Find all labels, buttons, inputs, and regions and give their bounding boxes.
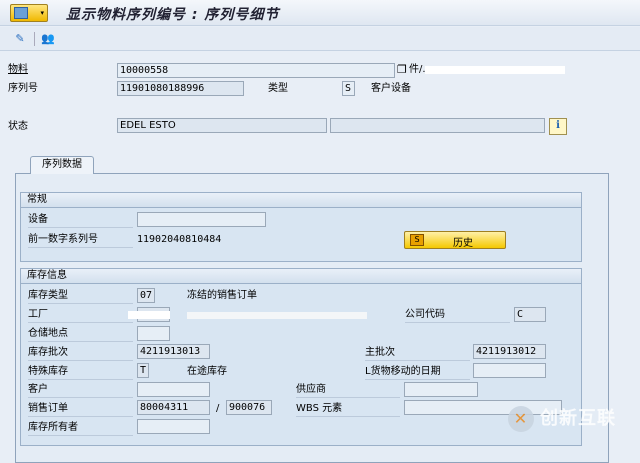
equipment-label: 设备 xyxy=(28,213,133,228)
special-stock-label: 特殊库存 xyxy=(28,365,133,380)
change-display-icon[interactable]: ✎ xyxy=(12,31,28,47)
history-button[interactable]: S 历史 xyxy=(404,231,506,249)
info-button[interactable]: i xyxy=(549,118,567,135)
stock-type-field[interactable]: 07 xyxy=(137,288,155,303)
stock-batch-label: 库存批次 xyxy=(28,346,133,361)
status-field[interactable]: EDEL ESTO xyxy=(117,118,327,133)
special-stock-field[interactable]: T xyxy=(137,363,149,378)
tab-serial-data[interactable]: 序列数据 xyxy=(30,156,94,174)
toolbar: ✎ 👥 xyxy=(0,27,640,51)
stock-batch-field[interactable]: 4211913013 xyxy=(137,344,210,359)
stock-type-description: 冻结的销售订单 xyxy=(187,290,257,301)
title-bar: ▾ 显示物料序列编号 : 序列号细节 xyxy=(0,0,640,26)
type-description: 客户设备 xyxy=(371,83,411,94)
serial-field[interactable]: 11901080188996 xyxy=(117,81,244,96)
customer-label: 客户 xyxy=(28,383,133,398)
copy-icon[interactable]: ❐ xyxy=(397,63,407,76)
prev-serial-value: 11902040810484 xyxy=(137,234,222,245)
master-batch-field[interactable]: 4211913012 xyxy=(473,344,546,359)
material-label: 物料 xyxy=(8,64,28,75)
sales-order-label: 销售订单 xyxy=(28,402,133,417)
equipment-field[interactable] xyxy=(137,212,266,227)
system-menu-button[interactable]: ▾ xyxy=(10,4,48,22)
vendor-label: 供应商 xyxy=(296,383,400,398)
sales-order-field[interactable]: 80004311 xyxy=(137,400,210,415)
stock-group-title: 库存信息 xyxy=(21,269,581,284)
redaction xyxy=(425,66,565,74)
watermark-logo: ✕ 创新互联 xyxy=(508,404,616,432)
stock-owner-field[interactable] xyxy=(137,419,210,434)
sales-order-item-field[interactable]: 900076 xyxy=(226,400,272,415)
redaction xyxy=(187,312,367,319)
serial-label: 序列号 xyxy=(8,83,38,94)
vendor-field[interactable] xyxy=(404,382,478,397)
last-movement-date-label: L货物移动的日期 xyxy=(365,365,470,380)
logo-icon: ✕ xyxy=(508,406,534,432)
status-field-2[interactable] xyxy=(330,118,545,133)
history-icon: S xyxy=(410,234,424,246)
master-batch-label: 主批次 xyxy=(365,346,470,361)
company-code-field[interactable]: C xyxy=(514,307,546,322)
customer-field[interactable] xyxy=(137,382,210,397)
toolbar-separator xyxy=(34,32,35,46)
users-icon[interactable]: 👥 xyxy=(40,31,56,47)
general-group-title: 常规 xyxy=(21,193,581,208)
plant-label: 工厂 xyxy=(28,308,133,323)
stock-type-label: 库存类型 xyxy=(28,289,133,304)
prev-serial-label: 前一数字系列号 xyxy=(28,233,133,248)
wbs-element-label: WBS 元素 xyxy=(296,402,400,417)
type-label: 类型 xyxy=(268,83,288,94)
stock-owner-label: 库存所有者 xyxy=(28,421,133,436)
window-title: 显示物料序列编号 : 序列号细节 xyxy=(66,7,280,23)
system-icon xyxy=(14,7,28,19)
status-label: 状态 xyxy=(8,121,28,132)
type-field[interactable]: S xyxy=(342,81,355,96)
company-code-label: 公司代码 xyxy=(405,308,510,323)
last-movement-date-field[interactable] xyxy=(473,363,546,378)
history-button-label: 历史 xyxy=(453,238,473,249)
watermark-text: 创新互联 xyxy=(540,408,616,429)
sales-order-separator: / xyxy=(216,403,220,414)
material-field[interactable]: 10000558 xyxy=(117,63,395,78)
storage-location-label: 仓储地点 xyxy=(28,327,133,342)
storage-location-field[interactable] xyxy=(137,326,170,341)
special-stock-description: 在途库存 xyxy=(187,366,227,377)
redaction xyxy=(128,311,170,319)
dropdown-arrow-icon: ▾ xyxy=(40,9,44,17)
